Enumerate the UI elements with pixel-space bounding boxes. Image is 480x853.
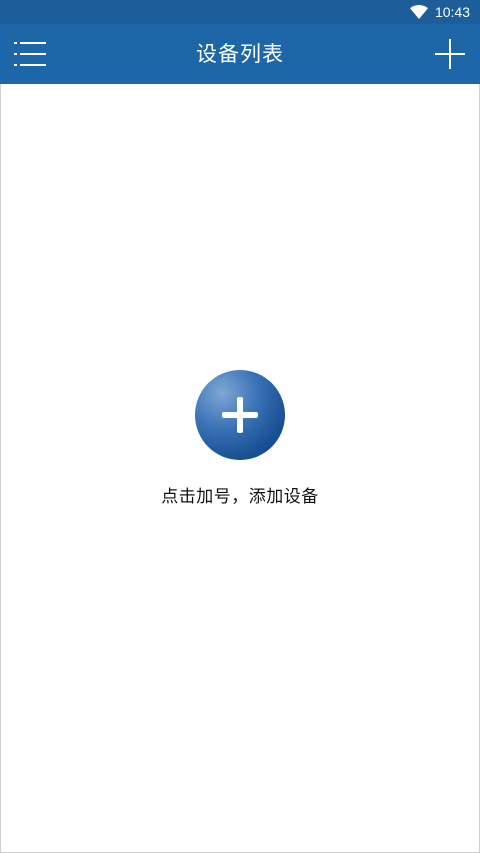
device-list-empty: 点击加号，添加设备 [0,84,480,853]
status-bar: 10:43 [0,0,480,24]
page-title: 设备列表 [196,42,284,66]
menu-icon[interactable] [14,41,46,67]
empty-hint-text: 点击加号，添加设备 [161,487,319,507]
status-time: 10:43 [434,4,470,20]
add-device-circle-button[interactable] [195,370,285,460]
wifi-icon [410,5,428,19]
plus-icon [222,397,258,433]
add-device-button[interactable] [434,38,466,70]
app-bar: 设备列表 [0,24,480,84]
